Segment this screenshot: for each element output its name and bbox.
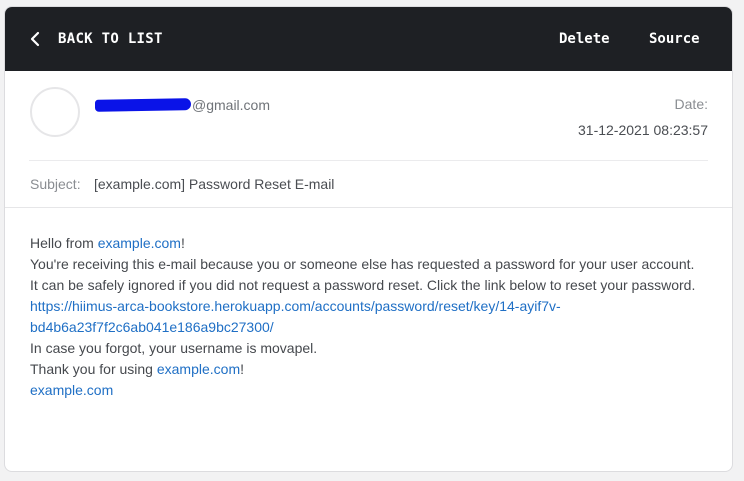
redaction-mark [95,98,191,112]
footer-site-link[interactable]: example.com [30,382,113,398]
greeting-suffix: ! [180,235,185,251]
email-header: @gmail.com Date: 31-12-2021 08:23:57 Sub… [5,71,732,207]
thanks-text: Thank you for using [30,361,157,377]
subject-label: Subject: [30,176,81,192]
chevron-left-icon [29,29,41,49]
footer-line: example.com [30,380,720,401]
thanks-line: Thank you for using example.com! [30,359,720,380]
body-line: You're receiving this e-mail because you… [30,256,695,272]
sender-domain: @gmail.com [192,97,271,113]
sender-address: @gmail.com [95,97,270,113]
date-label: Date: [674,96,708,112]
thanks-suffix: ! [240,361,245,377]
header-divider [29,160,708,161]
avatar [30,87,80,137]
greeting-text: Hello from [30,235,98,251]
reset-password-link[interactable]: https://hiimus-arca-bookstore.herokuapp.… [30,298,561,314]
source-button[interactable]: Source [649,7,700,71]
body-divider [5,207,732,208]
reset-password-link-continued[interactable]: bd4b6a23f7f2c6ab041e186a9bc27300/ [30,319,274,335]
site-link[interactable]: example.com [157,361,240,377]
date-value: 31-12-2021 08:23:57 [578,122,708,138]
reset-link-line: https://hiimus-arca-bookstore.herokuapp.… [30,296,720,317]
body-line: In case you forgot, your username is mov… [30,340,318,356]
email-body: Hello from example.com! You're receiving… [30,233,720,401]
back-to-list-button[interactable]: BACK TO LIST [29,7,163,71]
site-link[interactable]: example.com [98,235,181,251]
greeting-line: Hello from example.com! [30,233,720,254]
email-viewer-card: BACK TO LIST Delete Source @gmail.com Da… [4,6,733,472]
subject-value: [example.com] Password Reset E-mail [94,176,335,192]
reset-link-line: bd4b6a23f7f2c6ab041e186a9bc27300/ [30,317,720,338]
delete-button[interactable]: Delete [559,7,610,71]
top-toolbar: BACK TO LIST Delete Source [5,7,732,71]
body-line: It can be safely ignored if you did not … [30,277,696,293]
back-to-list-label: BACK TO LIST [58,31,163,47]
